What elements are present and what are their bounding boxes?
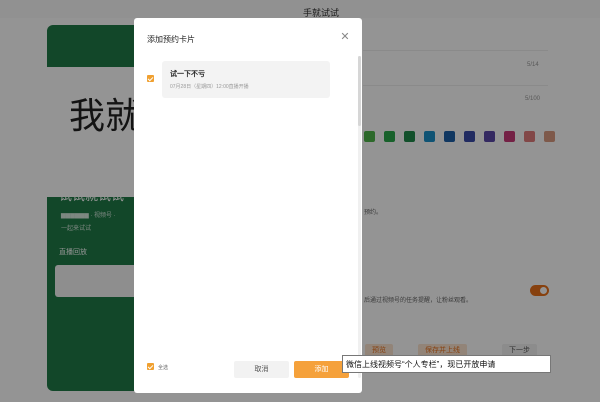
add-reservation-card-dialog: 添加预约卡片 ✕ 试一下不亏 07月28日（星期四）12:00直播开播 全选 取…: [134, 18, 362, 393]
reservation-item-time: 07月28日（星期四）12:00直播开播: [170, 84, 249, 90]
item-checkbox[interactable]: [147, 75, 154, 82]
select-all-checkbox[interactable]: [147, 363, 154, 370]
reservation-item-title: 试一下不亏: [170, 71, 205, 78]
tooltip: 微信上线视频号“个人专栏”，现已开放申请: [342, 355, 551, 373]
close-icon[interactable]: ✕: [339, 31, 351, 43]
add-button[interactable]: 添加: [294, 361, 349, 378]
reservation-item[interactable]: 试一下不亏 07月28日（星期四）12:00直播开播: [162, 61, 330, 98]
select-all-label[interactable]: 全选: [158, 364, 168, 371]
cancel-button[interactable]: 取消: [234, 361, 289, 378]
dialog-scrollbar-thumb[interactable]: [358, 56, 361, 126]
dialog-title: 添加预约卡片: [147, 35, 195, 44]
